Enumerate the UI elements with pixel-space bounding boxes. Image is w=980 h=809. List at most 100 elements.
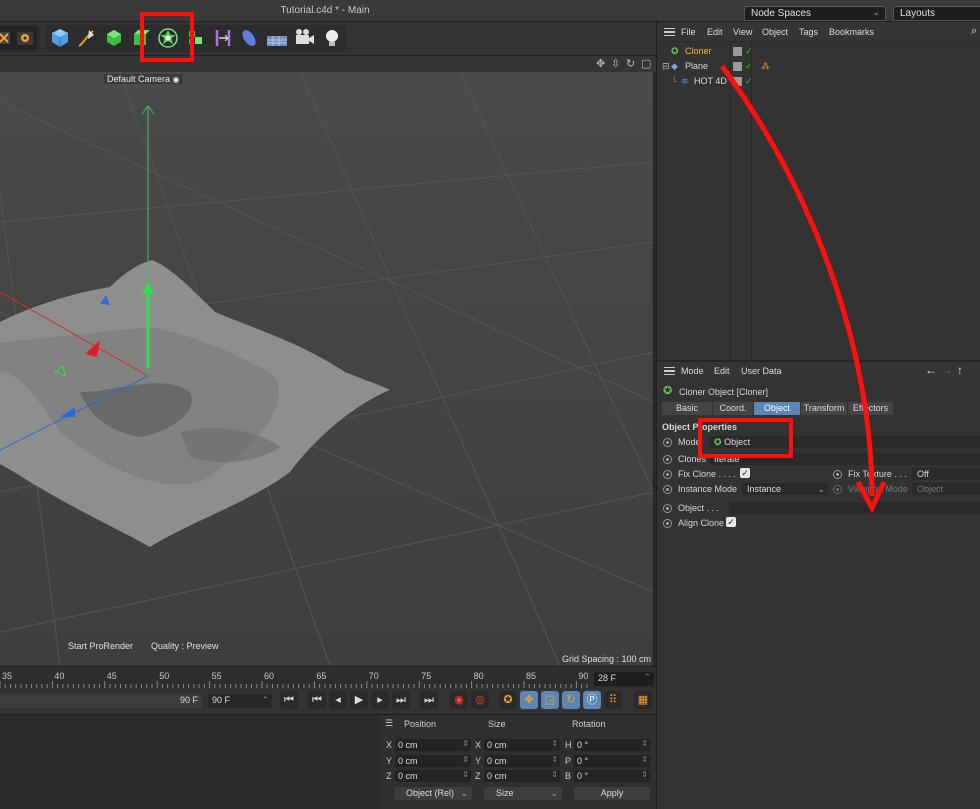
spin-icon: ⇕ bbox=[641, 755, 648, 764]
rotation-p-field[interactable]: 0 ° ⇕ bbox=[574, 755, 650, 767]
size-z-field[interactable]: 0 cm ⇕ bbox=[484, 770, 560, 782]
object-name-plane[interactable]: Plane bbox=[685, 59, 708, 74]
rotation-key-icon[interactable]: ↻ bbox=[562, 691, 580, 709]
object-row-hot4d[interactable]: └ ≋ HOT 4D ✓ bbox=[657, 74, 980, 89]
menu-object[interactable]: Object bbox=[762, 27, 788, 37]
current-frame-field[interactable]: 28 F ⌃ bbox=[594, 672, 654, 686]
position-z-field[interactable]: 0 cm ⇕ bbox=[395, 770, 471, 782]
timeline-ruler[interactable]: 35 40 45 50 55 60 65 70 75 80 85 90 bbox=[0, 666, 656, 689]
tab-basic[interactable]: Basic bbox=[662, 402, 712, 415]
tag-icon[interactable]: ⁂ bbox=[761, 59, 770, 74]
position-x-field[interactable]: 0 cm ⇕ bbox=[395, 739, 471, 751]
collapse-icon[interactable]: ⊟ bbox=[662, 59, 670, 74]
parameter-key-icon[interactable]: Ⓟ bbox=[583, 691, 601, 709]
fix-clone-checkbox[interactable]: ✓ bbox=[740, 468, 750, 478]
size-mode-dropdown[interactable]: Size ⌄ bbox=[484, 787, 562, 800]
menu-user-data[interactable]: User Data bbox=[741, 366, 782, 376]
animation-radio-icon[interactable] bbox=[663, 485, 672, 494]
node-spaces-dropdown[interactable]: Node Spaces ⌄ bbox=[744, 6, 886, 21]
align-clone-checkbox[interactable]: ✓ bbox=[726, 517, 736, 527]
rotate-view-icon[interactable]: ↻ bbox=[626, 57, 635, 70]
floor-icon[interactable] bbox=[265, 26, 289, 50]
menu-edit[interactable]: Edit bbox=[714, 366, 730, 376]
up-arrow-icon[interactable]: ↑ bbox=[957, 363, 963, 377]
maximize-view-icon[interactable]: ▢ bbox=[641, 57, 651, 70]
autokey-icon[interactable]: ◎ bbox=[471, 691, 489, 709]
rotation-b-field[interactable]: 0 ° ⇕ bbox=[574, 770, 650, 782]
object-row-cloner[interactable]: ✪ Cloner ✓ bbox=[657, 44, 980, 59]
menu-tags[interactable]: Tags bbox=[799, 27, 818, 37]
size-x-field[interactable]: 0 cm ⇕ bbox=[484, 739, 560, 751]
tab-effectors[interactable]: Effectors bbox=[848, 402, 893, 415]
render-settings-icon[interactable] bbox=[13, 26, 37, 50]
position-y-field[interactable]: 0 cm ⇕ bbox=[395, 755, 471, 767]
menu-file[interactable]: File bbox=[681, 27, 696, 37]
go-to-end-button[interactable]: ⏭ bbox=[420, 691, 438, 709]
camera-icon[interactable] bbox=[293, 26, 317, 50]
tab-object[interactable]: Object bbox=[754, 402, 800, 415]
object-name-hot4d[interactable]: HOT 4D bbox=[694, 74, 727, 89]
menu-bookmarks[interactable]: Bookmarks bbox=[829, 27, 874, 37]
animation-radio-icon[interactable] bbox=[663, 455, 672, 464]
end-frame-field[interactable]: 90 F ⌃ bbox=[208, 694, 272, 708]
field-icon[interactable] bbox=[237, 26, 261, 50]
pla-key-icon[interactable]: ⠿ bbox=[604, 691, 622, 709]
search-icon[interactable]: ⌕ bbox=[971, 25, 977, 38]
editor-visibility-icon[interactable] bbox=[733, 47, 742, 56]
zoom-view-icon[interactable]: ⇳ bbox=[611, 57, 620, 70]
coord-mode-dropdown[interactable]: Object (Rel) ⌄ bbox=[394, 787, 472, 800]
next-frame-button[interactable]: ▸ bbox=[371, 691, 389, 709]
back-arrow-icon[interactable]: ← bbox=[925, 363, 937, 377]
animation-radio-icon[interactable] bbox=[833, 470, 842, 479]
animation-radio-icon[interactable] bbox=[663, 504, 672, 513]
object-link-field[interactable] bbox=[729, 502, 980, 514]
preview-range-slider[interactable]: 90 F bbox=[0, 694, 202, 708]
tab-coord[interactable]: Coord. bbox=[713, 402, 753, 415]
start-prorender-button[interactable]: Start ProRender bbox=[68, 641, 133, 651]
pen-spline-icon[interactable] bbox=[75, 26, 99, 50]
3d-viewport[interactable]: Start ProRender Quality : Preview Grid S… bbox=[0, 72, 654, 666]
hamburger-menu-icon[interactable] bbox=[664, 367, 675, 375]
previous-frame-button[interactable]: ◂ bbox=[329, 691, 347, 709]
tab-transform[interactable]: Transform bbox=[801, 402, 847, 415]
apply-button[interactable]: Apply bbox=[574, 787, 650, 800]
move-view-icon[interactable]: ✥ bbox=[596, 57, 605, 70]
enabled-check-icon[interactable]: ✓ bbox=[745, 74, 753, 89]
animation-radio-icon[interactable] bbox=[663, 519, 672, 528]
object-name-cloner[interactable]: Cloner bbox=[685, 44, 712, 59]
scale-key-icon[interactable]: ◲ bbox=[541, 691, 559, 709]
menu-edit[interactable]: Edit bbox=[707, 27, 723, 37]
record-active-icon[interactable]: ◉ bbox=[450, 691, 468, 709]
bend-deformer-icon[interactable] bbox=[211, 26, 235, 50]
hamburger-menu-icon[interactable]: ☰ bbox=[385, 718, 393, 729]
cube-icon[interactable] bbox=[48, 26, 72, 50]
next-key-button[interactable]: ⏭ bbox=[392, 691, 410, 709]
menu-mode[interactable]: Mode bbox=[681, 366, 704, 376]
camera-label[interactable]: Default Camera ◉ bbox=[104, 74, 183, 84]
layouts-dropdown[interactable]: Layouts bbox=[893, 6, 980, 21]
quality-label[interactable]: Quality : Preview bbox=[151, 641, 219, 651]
animation-radio-icon[interactable] bbox=[663, 438, 672, 447]
animation-radio-icon[interactable] bbox=[663, 470, 672, 479]
enabled-check-icon[interactable]: ✓ bbox=[745, 44, 753, 59]
play-button[interactable]: ▶ bbox=[350, 691, 368, 709]
position-key-icon[interactable]: ✥ bbox=[520, 691, 538, 709]
enabled-check-icon[interactable]: ✓ bbox=[745, 59, 753, 74]
menu-view[interactable]: View bbox=[733, 27, 752, 37]
light-icon[interactable] bbox=[320, 26, 344, 50]
editor-visibility-icon[interactable] bbox=[733, 77, 742, 86]
timeline-window-icon[interactable]: ▦ bbox=[634, 691, 652, 709]
previous-key-button[interactable]: ⏮ bbox=[308, 691, 326, 709]
size-x-label: X bbox=[475, 740, 482, 750]
keyframe-selection-icon[interactable]: ✪ bbox=[499, 691, 517, 709]
forward-arrow-icon[interactable]: → bbox=[941, 363, 953, 377]
size-y-field[interactable]: 0 cm ⇕ bbox=[484, 755, 560, 767]
instance-mode-dropdown[interactable]: Instance ⌄ bbox=[742, 483, 828, 495]
editor-visibility-icon[interactable] bbox=[733, 62, 742, 71]
rotation-h-field[interactable]: 0 ° ⇕ bbox=[574, 739, 650, 751]
subdivision-icon[interactable] bbox=[102, 26, 126, 50]
fix-texture-dropdown[interactable]: Off bbox=[912, 468, 980, 480]
go-to-start-button[interactable]: ⏮ bbox=[280, 691, 298, 709]
object-row-plane[interactable]: ⊟ ◆ Plane ✓ ⁂ bbox=[657, 59, 980, 74]
hamburger-menu-icon[interactable] bbox=[664, 28, 675, 36]
